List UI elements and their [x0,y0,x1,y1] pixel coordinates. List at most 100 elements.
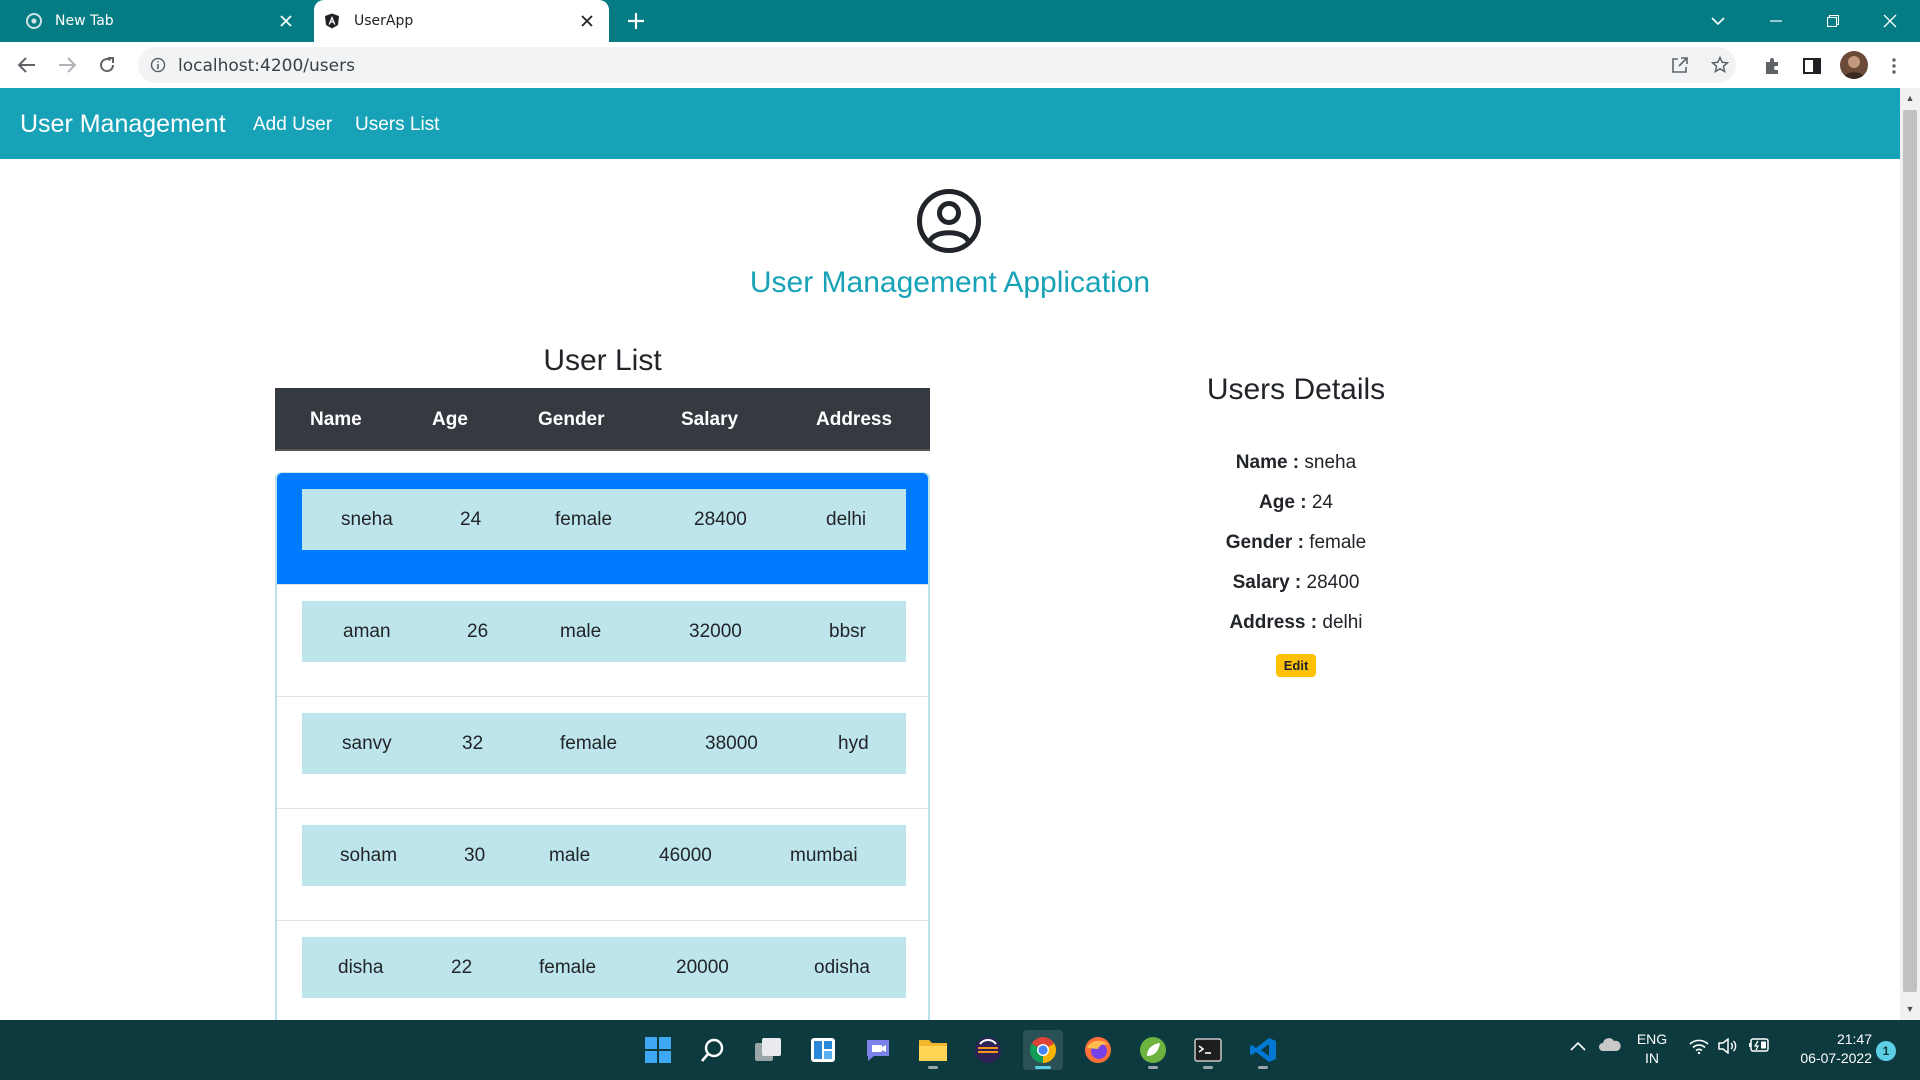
cell-name: sanvy [342,733,392,754]
running-indicator [1203,1066,1213,1069]
side-panel-icon[interactable] [1800,54,1824,78]
navbar-brand[interactable]: User Management [20,110,226,139]
detail-label: Age : [1259,492,1307,513]
back-button[interactable] [12,50,42,80]
region-code: IN [1645,1050,1659,1066]
file-explorer-icon[interactable] [913,1030,953,1070]
system-clock[interactable]: 21:47 06-07-2022 [1782,1030,1872,1068]
cell-name: sneha [341,509,393,530]
tab-search-chevron-down-icon[interactable] [1698,6,1738,36]
details-heading: Users Details [1206,373,1386,406]
windows-taskbar: ENG IN 21:47 06-07-2022 [0,1020,1920,1080]
url-text[interactable]: localhost:4200/users [178,56,355,76]
close-icon[interactable] [577,11,597,31]
detail-address: Address : delhi [1096,612,1496,634]
firefox-icon[interactable] [1078,1030,1118,1070]
scrollbar-thumb[interactable] [1903,110,1917,992]
new-tab-button[interactable] [622,8,650,36]
tab-title: New Tab [55,13,114,29]
list-item[interactable]: disha 22 female 20000 odisha [277,921,928,1020]
table-row[interactable]: aman 26 male 32000 bbsr [302,601,906,662]
column-header-name: Name [310,409,362,430]
forward-button[interactable] [52,50,82,80]
cell-salary: 46000 [659,845,712,866]
detail-label: Salary : [1232,572,1302,593]
chrome-icon [26,13,42,29]
task-view-icon[interactable] [748,1030,788,1070]
detail-value: 24 [1311,492,1333,513]
cell-gender: female [555,509,613,530]
eclipse-icon[interactable] [968,1030,1008,1070]
browser-toolbar: localhost:4200/users [0,42,1920,88]
table-row[interactable]: disha 22 female 20000 odisha [302,937,906,998]
cell-salary: 28400 [694,509,747,530]
table-row[interactable]: soham 30 male 46000 mumbai [302,825,906,886]
detail-age: Age : 24 [1096,492,1496,514]
page-scrollbar[interactable]: ▲ ▼ [1900,88,1920,1020]
profile-avatar[interactable] [1840,51,1868,79]
close-icon[interactable] [276,11,296,31]
angular-icon [325,13,339,29]
scroll-down-arrow-icon[interactable]: ▼ [1905,1004,1915,1014]
widgets-icon[interactable] [803,1030,843,1070]
cell-address: mumbai [790,845,858,866]
notification-badge[interactable]: 1 [1876,1041,1896,1061]
list-item[interactable]: sanvy 32 female 38000 hyd [277,697,928,809]
table-row[interactable]: sanvy 32 female 38000 hyd [302,713,906,774]
teams-chat-icon[interactable] [858,1030,898,1070]
windows-start-icon[interactable] [638,1030,678,1070]
terminal-icon[interactable] [1188,1030,1228,1070]
cell-age: 30 [464,845,486,866]
scroll-up-arrow-icon[interactable]: ▲ [1905,93,1915,103]
info-icon[interactable] [150,57,166,73]
cell-address: bbsr [829,621,866,642]
list-item[interactable]: aman 26 male 32000 bbsr [277,585,928,697]
clock-time: 21:47 [1836,1031,1872,1047]
column-header-salary: Salary [681,409,739,430]
chevron-up-icon[interactable] [1570,1038,1586,1054]
cell-address: delhi [826,509,867,530]
running-indicator [928,1066,938,1069]
list-item[interactable]: soham 30 male 46000 mumbai [277,809,928,921]
column-header-gender: Gender [538,409,605,430]
close-window-button[interactable] [1870,6,1910,36]
running-indicator [1035,1066,1051,1069]
chrome-taskbar-icon[interactable] [1023,1030,1063,1070]
tab-title: UserApp [354,13,414,29]
volume-icon[interactable] [1718,1037,1738,1057]
detail-salary: Salary : 28400 [1096,572,1496,594]
restore-button[interactable] [1813,6,1853,36]
cell-gender: male [560,621,602,642]
battery-icon[interactable] [1748,1038,1770,1055]
column-header-address: Address [816,409,893,430]
vscode-icon[interactable] [1243,1030,1283,1070]
menu-kebab-icon[interactable] [1882,54,1906,78]
search-icon[interactable] [693,1030,733,1070]
edit-button[interactable]: Edit [1276,654,1316,677]
detail-value: 28400 [1306,572,1360,593]
bookmark-star-icon[interactable] [1708,53,1732,77]
detail-value: sneha [1304,452,1357,473]
nav-add-user[interactable]: Add User [253,114,332,136]
table-row[interactable]: sneha 24 female 28400 delhi [302,489,906,550]
onedrive-cloud-icon[interactable] [1598,1036,1622,1055]
minimize-button[interactable] [1756,6,1796,36]
running-indicator [1148,1066,1158,1069]
tab-new-tab[interactable]: New Tab [0,0,308,42]
cell-name: soham [340,845,398,866]
cell-name: disha [338,957,384,978]
wifi-icon[interactable] [1689,1038,1709,1057]
share-icon[interactable] [1668,53,1692,77]
user-circle-icon [917,189,981,253]
list-item-selected[interactable]: sneha 24 female 28400 delhi [277,473,928,585]
detail-gender: Gender : female [1096,532,1496,554]
extensions-icon[interactable] [1760,54,1784,78]
language-indicator[interactable]: ENG IN [1636,1030,1668,1068]
reload-button[interactable] [92,50,122,80]
nav-users-list[interactable]: Users List [355,114,439,136]
spring-tool-suite-icon[interactable] [1133,1030,1173,1070]
address-bar[interactable]: localhost:4200/users [138,47,1736,83]
tab-userapp[interactable]: UserApp [314,0,609,42]
detail-label: Gender : [1225,532,1304,553]
page-title: User Management Application [749,266,1151,299]
